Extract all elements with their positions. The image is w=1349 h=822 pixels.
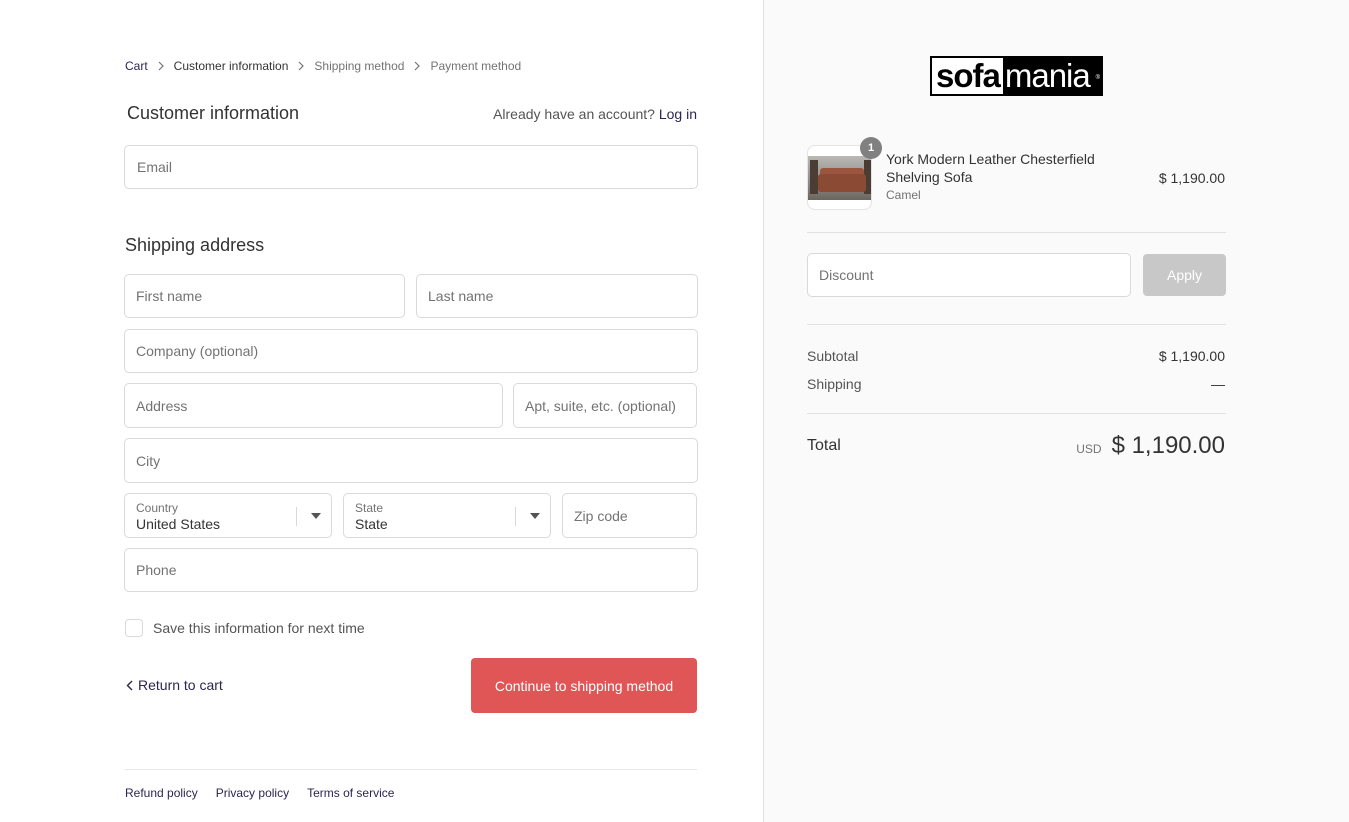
total-currency: USD [1076, 442, 1102, 456]
company-input[interactable] [125, 330, 697, 372]
checkout-main: Cart Customer information Shipping metho… [0, 0, 763, 822]
account-prompt-text: Already have an account? [493, 106, 655, 122]
apt-input[interactable] [514, 384, 696, 427]
chevron-left-icon [126, 680, 133, 690]
logo-text-mania-word: mania [1004, 57, 1091, 94]
state-select[interactable]: State State [343, 493, 551, 538]
country-value: United States [136, 516, 221, 532]
footer-divider [125, 769, 697, 770]
zip-field-wrapper [562, 493, 697, 538]
quantity-badge: 1 [860, 137, 882, 159]
select-divider [515, 507, 516, 526]
zip-input[interactable] [563, 494, 696, 537]
email-input[interactable] [125, 146, 697, 188]
privacy-policy-link[interactable]: Privacy policy [216, 786, 289, 800]
select-divider [296, 507, 297, 526]
customer-information-title: Customer information [127, 103, 300, 123]
caret-down-icon [530, 513, 540, 519]
summary-divider [807, 324, 1226, 325]
state-label: State [355, 501, 384, 515]
save-info-label: Save this information for next time [153, 620, 365, 636]
address-input[interactable] [125, 384, 502, 427]
phone-field-wrapper [124, 548, 698, 592]
first-name-input[interactable] [125, 275, 404, 317]
discount-field-wrapper [807, 253, 1131, 297]
shipping-value: — [1211, 376, 1225, 392]
apt-field-wrapper [513, 383, 697, 428]
footer-links: Refund policy Privacy policy Terms of se… [125, 786, 412, 800]
breadcrumb: Cart Customer information Shipping metho… [125, 59, 521, 73]
thumbnail-shelf-left [810, 160, 818, 194]
subtotal-label: Subtotal [807, 348, 859, 364]
sofamania-logo[interactable]: sofa mania ® [930, 56, 1103, 96]
product-name: York Modern Leather Chesterfield Shelvin… [886, 151, 1095, 185]
country-select[interactable]: Country United States [124, 493, 332, 538]
logo-text-sofa: sofa [932, 58, 1003, 94]
order-summary: sofa mania ® 1 York Modern Leather Cheste… [763, 0, 1349, 822]
registered-mark: ® [1095, 75, 1101, 81]
caret-down-icon [311, 513, 321, 519]
shipping-label: Shipping [807, 376, 862, 392]
summary-divider [807, 413, 1226, 414]
total-value: $ 1,190.00 [1111, 432, 1225, 459]
logo-text-mania: mania ® [1003, 58, 1101, 94]
chevron-right-icon [157, 61, 165, 71]
city-field-wrapper [124, 438, 698, 483]
return-to-cart-label: Return to cart [138, 677, 223, 693]
account-prompt: Already have an account? Log in [493, 106, 697, 122]
phone-input[interactable] [125, 549, 697, 591]
breadcrumb-payment-method: Payment method [430, 59, 522, 73]
total-amount: USD $ 1,190.00 [1076, 432, 1225, 460]
login-link[interactable]: Log in [659, 106, 697, 122]
discount-input[interactable] [808, 254, 1130, 296]
last-name-input[interactable] [417, 275, 697, 317]
breadcrumb-customer-information: Customer information [173, 59, 289, 73]
return-to-cart-link[interactable]: Return to cart [126, 677, 223, 693]
chevron-right-icon [297, 61, 305, 71]
thumbnail-sofa [818, 174, 866, 192]
chevron-right-icon [413, 61, 421, 71]
country-label: Country [136, 501, 179, 515]
save-info-checkbox[interactable] [125, 619, 143, 637]
company-field-wrapper [124, 329, 698, 373]
product-price: $ 1,190.00 [1158, 170, 1225, 186]
city-input[interactable] [125, 439, 697, 482]
continue-to-shipping-button[interactable]: Continue to shipping method [471, 658, 697, 713]
first-name-field-wrapper [124, 274, 405, 318]
terms-of-service-link[interactable]: Terms of service [307, 786, 394, 800]
save-info-row[interactable]: Save this information for next time [125, 619, 365, 637]
shipping-address-title: Shipping address [125, 235, 265, 255]
last-name-field-wrapper [416, 274, 698, 318]
apply-discount-button[interactable]: Apply [1143, 254, 1226, 296]
subtotal-value: $ 1,190.00 [1158, 348, 1225, 364]
state-value: State [355, 516, 388, 532]
breadcrumb-shipping-method: Shipping method [314, 59, 405, 73]
total-label: Total [807, 437, 841, 454]
email-field-wrapper [124, 145, 698, 189]
address-field-wrapper [124, 383, 503, 428]
summary-divider [807, 232, 1226, 233]
product-variant: Camel [886, 188, 921, 202]
breadcrumb-cart[interactable]: Cart [125, 59, 148, 73]
refund-policy-link[interactable]: Refund policy [125, 786, 198, 800]
